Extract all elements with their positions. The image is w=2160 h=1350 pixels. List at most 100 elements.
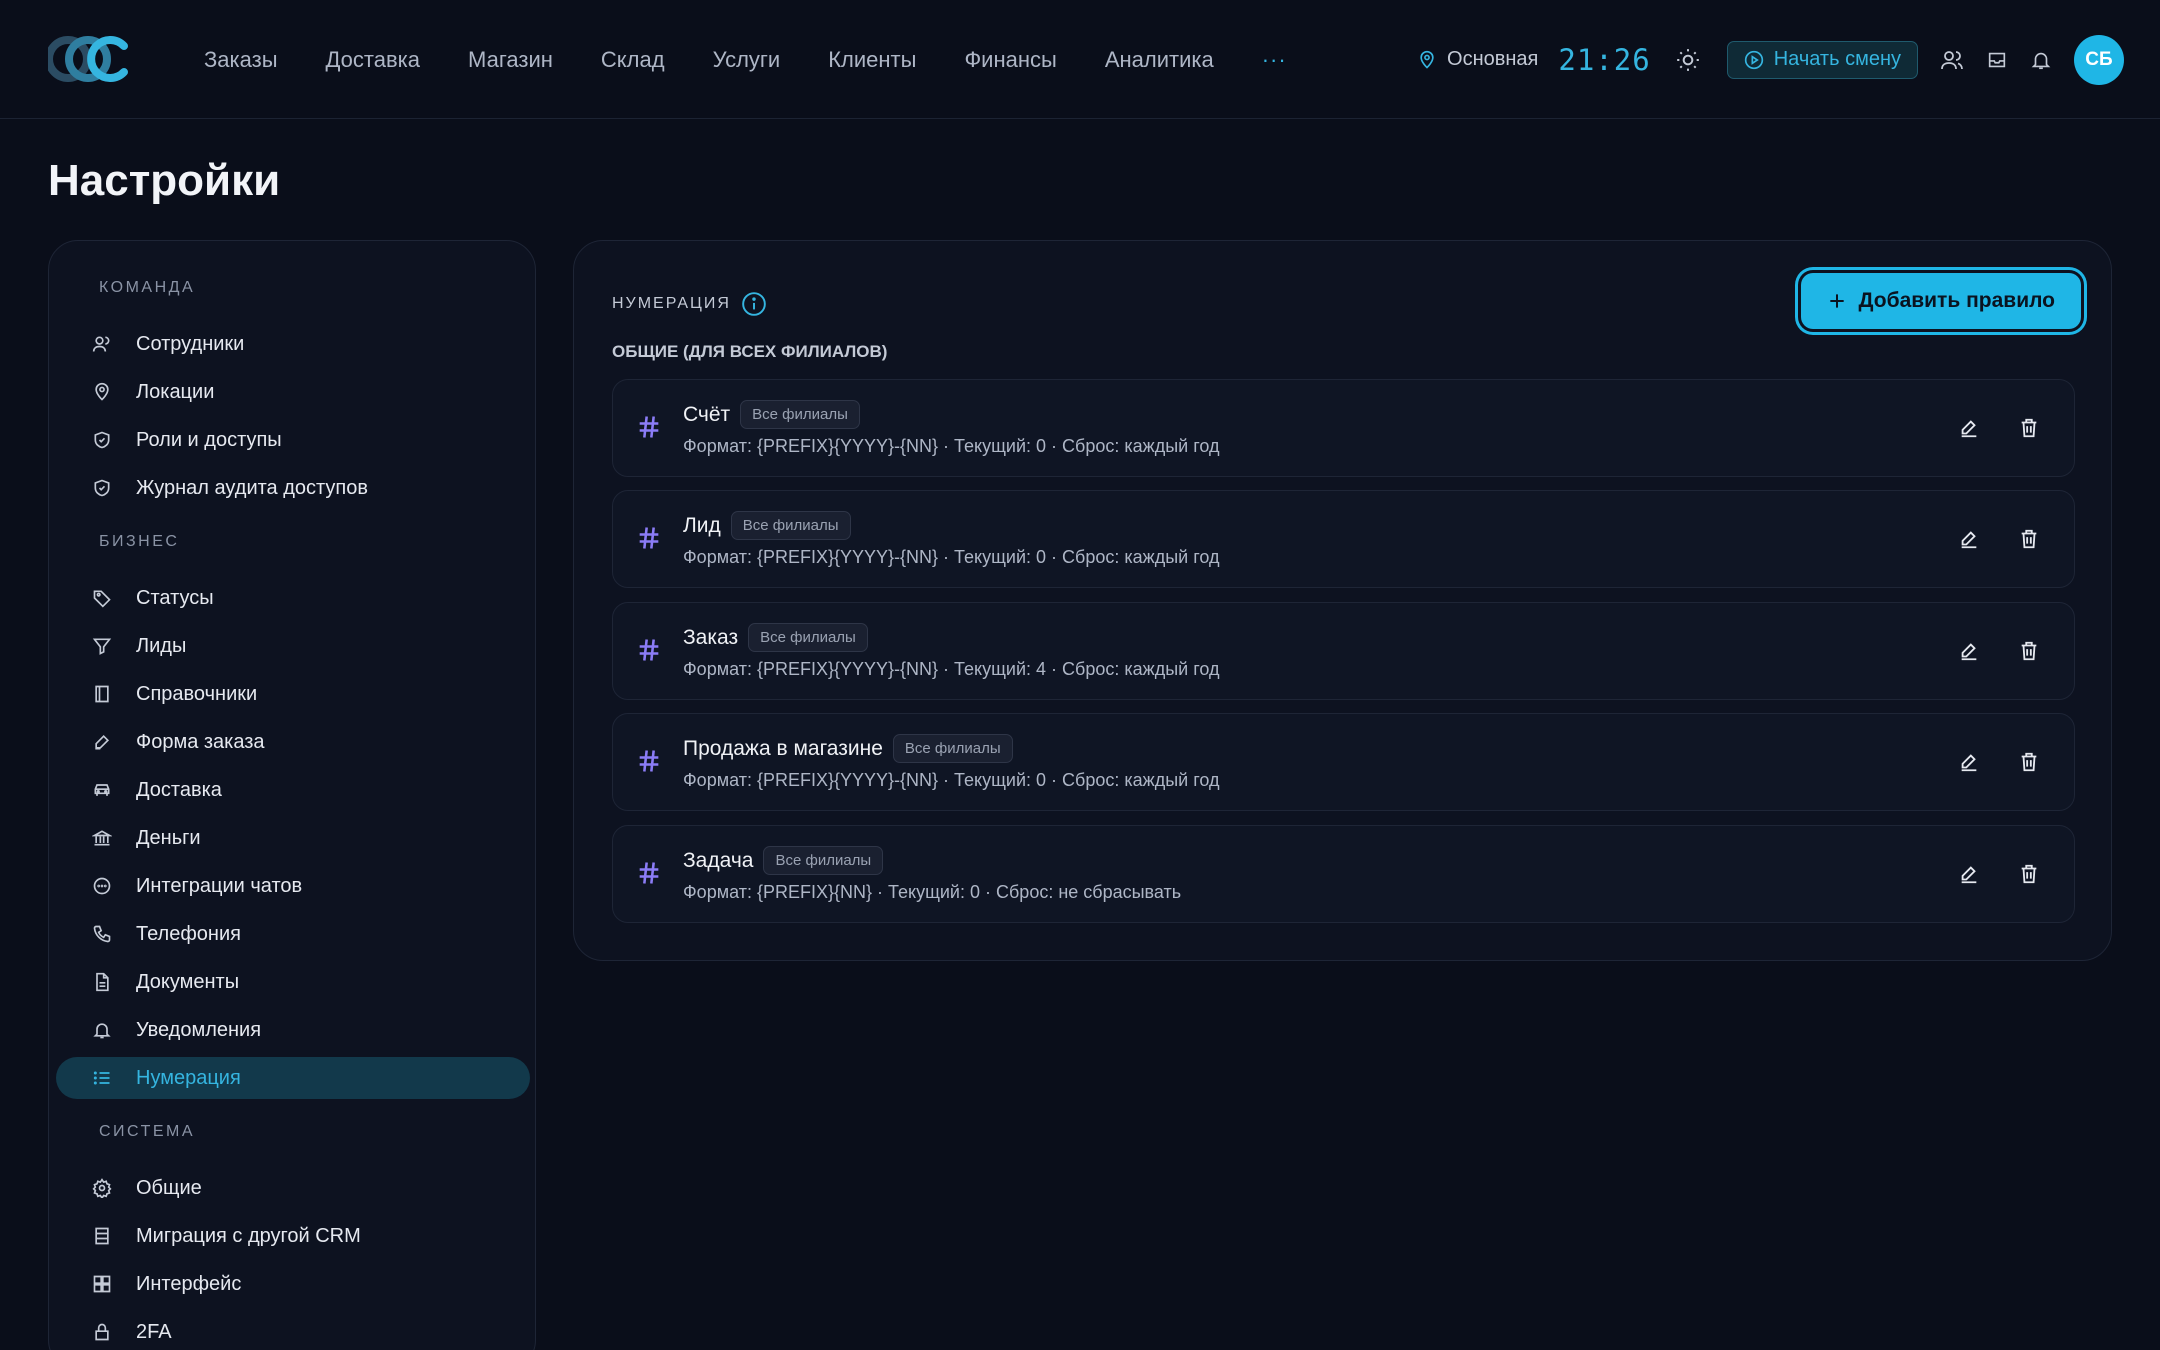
rule-title-row: Задача Все филиалы <box>683 846 884 875</box>
sidebar-item-label: Справочники <box>136 682 258 705</box>
rule-format: Формат: {PREFIX}{YYYY}-{NN} · Текущий: 0… <box>683 547 1220 567</box>
main-nav: Заказы Доставка Магазин Склад Услуги Кли… <box>204 0 1287 119</box>
trash-icon <box>2021 752 2037 772</box>
nav-warehouse[interactable]: Склад <box>601 47 665 73</box>
inbox-button[interactable] <box>1986 49 2008 71</box>
edit-rule-button[interactable] <box>1958 417 1980 439</box>
nav-shop[interactable]: Магазин <box>468 47 553 73</box>
hash-icon <box>635 747 663 775</box>
panel-title: НУМЕРАЦИЯ <box>612 295 731 312</box>
panel-header: НУМЕРАЦИЯ <box>612 291 767 317</box>
top-bar: Заказы Доставка Магазин Склад Услуги Кли… <box>0 0 2160 119</box>
bank-icon <box>92 828 112 848</box>
delete-rule-button[interactable] <box>2018 751 2040 773</box>
nav-analytics[interactable]: Аналитика <box>1105 47 1214 73</box>
list-icon <box>92 1068 112 1088</box>
avatar[interactable]: СБ <box>2074 34 2124 85</box>
sidebar-item-label: Лиды <box>136 634 187 657</box>
delete-rule-button[interactable] <box>2018 863 2040 885</box>
rule-card: Заказ Все филиалы Формат: {PREFIX}{YYYY}… <box>612 602 2075 700</box>
sidebar-item-general[interactable]: Общие <box>56 1167 530 1209</box>
pencil-icon <box>1961 754 1977 772</box>
contacts-button[interactable] <box>1940 48 1964 72</box>
sidebar-item-money[interactable]: Деньги <box>56 817 530 859</box>
sidebar-item-label: Локации <box>136 380 215 403</box>
page-title: Настройки <box>48 156 281 205</box>
nav-clients[interactable]: Клиенты <box>828 47 916 73</box>
theme-toggle[interactable] <box>1675 47 1701 73</box>
book-icon <box>92 684 112 704</box>
start-shift-label: Начать смену <box>1773 48 1901 70</box>
numbering-panel: НУМЕРАЦИЯ Добавить правило ОБЩИЕ (ДЛЯ ВС… <box>573 240 2112 961</box>
sidebar-item-chat-integrations[interactable]: Интеграции чатов <box>56 865 530 907</box>
app-logo[interactable] <box>45 36 134 82</box>
sidebar-item-label: Интеграции чатов <box>136 874 303 897</box>
map-pin-icon <box>92 382 112 402</box>
sun-icon <box>1676 48 1699 71</box>
add-rule-label: Добавить правило <box>1858 289 2055 312</box>
sidebar-item-migration[interactable]: Миграция с другой CRM <box>56 1215 530 1257</box>
sidebar-item-employees[interactable]: Сотрудники <box>56 323 530 365</box>
nav-more-button[interactable]: ··· <box>1262 47 1287 73</box>
sidebar-item-interface[interactable]: Интерфейс <box>56 1263 530 1305</box>
pencil-icon <box>1961 531 1977 549</box>
nav-delivery[interactable]: Доставка <box>326 47 420 73</box>
plus-icon <box>1829 294 1844 308</box>
sidebar-section-team: КОМАНДА <box>99 279 196 296</box>
sidebar-item-telephony[interactable]: Телефония <box>56 913 530 955</box>
branch-name: Основная <box>1447 48 1539 70</box>
rule-format: Формат: {PREFIX}{NN} · Текущий: 0 · Сбро… <box>683 882 1182 902</box>
scope-badge: Все филиалы <box>730 511 851 540</box>
edit-rule-button[interactable] <box>1958 528 1980 550</box>
car-icon <box>92 780 112 800</box>
sidebar-item-documents[interactable]: Документы <box>56 961 530 1003</box>
rule-name: Продажа в магазине <box>683 736 883 760</box>
rule-card: Счёт Все филиалы Формат: {PREFIX}{YYYY}-… <box>612 379 2075 477</box>
hash-icon <box>635 859 663 887</box>
nav-orders[interactable]: Заказы <box>204 47 278 73</box>
rule-name: Лид <box>683 513 721 537</box>
top-right-controls: Основная 21:26 Начать смену СБ <box>1417 0 2124 119</box>
group-label: ОБЩИЕ (ДЛЯ ВСЕХ ФИЛИАЛОВ) <box>612 342 888 361</box>
add-rule-button[interactable]: Добавить правило <box>1800 273 2081 329</box>
sidebar-item-label: Деньги <box>136 826 201 849</box>
sidebar-item-numbering[interactable]: Нумерация <box>56 1057 530 1099</box>
play-circle-icon <box>1744 50 1763 69</box>
edit-rule-button[interactable] <box>1958 863 1980 885</box>
hash-icon <box>635 636 663 664</box>
document-icon <box>92 972 112 992</box>
gear-icon <box>92 1178 112 1198</box>
rule-card: Продажа в магазине Все филиалы Формат: {… <box>612 713 2075 811</box>
bell-icon <box>2031 52 2051 69</box>
sidebar-item-roles[interactable]: Роли и доступы <box>56 419 530 461</box>
info-icon[interactable] <box>741 291 767 317</box>
start-shift-button[interactable]: Начать смену <box>1726 40 1918 79</box>
notifications-button[interactable] <box>2030 48 2052 72</box>
delete-rule-button[interactable] <box>2018 528 2040 550</box>
sidebar-item-2fa[interactable]: 2FA <box>56 1311 530 1350</box>
hash-icon <box>635 413 663 441</box>
sidebar-item-locations[interactable]: Локации <box>56 371 530 413</box>
pencil-icon <box>1961 643 1977 661</box>
sidebar-item-label: Телефония <box>136 922 241 945</box>
sidebar-item-delivery[interactable]: Доставка <box>56 769 530 811</box>
edit-rule-button[interactable] <box>1958 751 1980 773</box>
edit-rule-button[interactable] <box>1958 640 1980 662</box>
sidebar-item-directories[interactable]: Справочники <box>56 673 530 715</box>
sidebar-item-statuses[interactable]: Статусы <box>56 577 530 619</box>
delete-rule-button[interactable] <box>2018 640 2040 662</box>
pencil-icon <box>92 732 112 752</box>
trash-icon <box>2021 529 2037 549</box>
nav-services[interactable]: Услуги <box>713 47 781 73</box>
sidebar-item-label: Нумерация <box>136 1066 241 1089</box>
sidebar-item-leads[interactable]: Лиды <box>56 625 530 667</box>
branch-selector[interactable]: Основная <box>1417 48 1538 71</box>
nav-finance[interactable]: Финансы <box>964 47 1056 73</box>
sidebar-item-order-form[interactable]: Форма заказа <box>56 721 530 763</box>
rule-name: Заказ <box>683 625 739 649</box>
phone-icon <box>92 924 112 944</box>
sidebar-item-label: Документы <box>136 970 240 993</box>
delete-rule-button[interactable] <box>2018 417 2040 439</box>
sidebar-item-audit-log[interactable]: Журнал аудита доступов <box>56 467 530 509</box>
sidebar-item-notifications[interactable]: Уведомления <box>56 1009 530 1051</box>
